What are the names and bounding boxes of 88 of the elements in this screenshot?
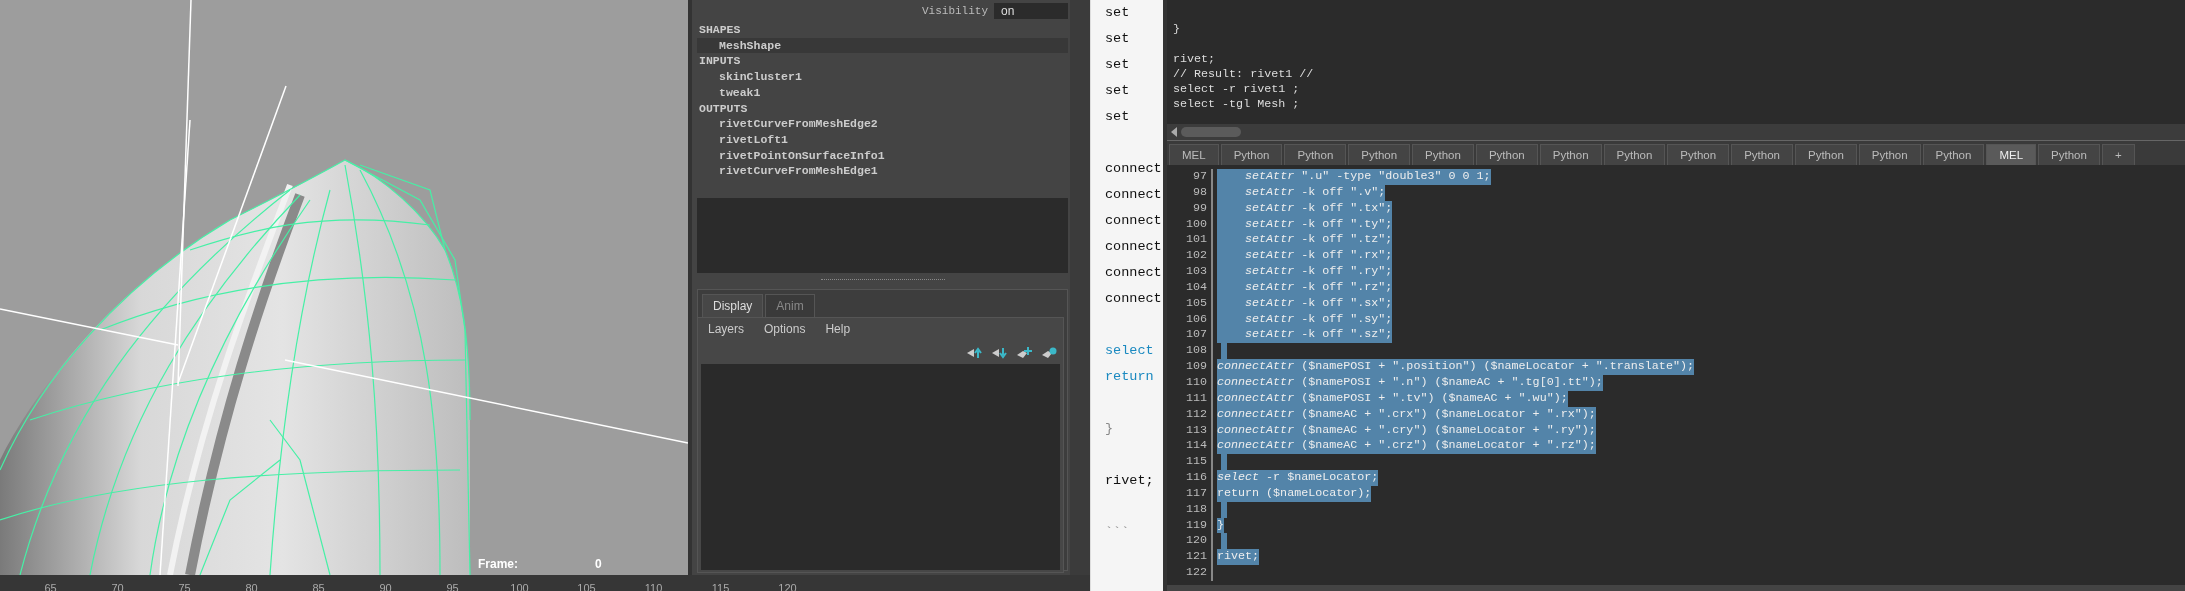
editor-tab[interactable]: Python: [2038, 144, 2100, 165]
code-text: return: [1105, 368, 1155, 386]
line-number: 114: [1184, 438, 1208, 455]
code-text: rivet;: [1105, 472, 1155, 490]
line-number: 109: [1184, 359, 1208, 375]
layer-tab[interactable]: Display: [702, 294, 764, 318]
node-item[interactable]: rivetCurveFromMeshEdge1: [697, 163, 1068, 180]
code-text: set: [1105, 108, 1131, 126]
layer-tab[interactable]: Anim: [765, 294, 815, 318]
scrollbar-thumb[interactable]: [1181, 127, 1241, 137]
code-text: connect: [1105, 212, 1163, 230]
code-text: connect: [1105, 264, 1163, 282]
scroll-left-icon[interactable]: [1171, 127, 1177, 137]
editor-tab[interactable]: MEL: [1986, 144, 2037, 165]
output-line: select -r rivet1 ;: [1173, 82, 1301, 97]
menu-item[interactable]: Layers: [698, 318, 755, 341]
line-number: 99: [1191, 200, 1208, 217]
line-number: 110: [1184, 374, 1208, 391]
line-number: 108: [1184, 343, 1208, 360]
node-item[interactable]: tweak1: [697, 84, 1068, 101]
node-item[interactable]: skinCluster1: [697, 69, 1068, 85]
code-text: connect: [1105, 160, 1163, 178]
section-title: SHAPES: [698, 22, 742, 38]
output-line: }: [1173, 22, 1181, 37]
code-text: connect: [1105, 290, 1163, 308]
move-down-icon[interactable]: [991, 345, 1007, 359]
code-text: set: [1105, 4, 1131, 22]
line-number: 97: [1191, 169, 1208, 185]
editor-tab[interactable]: Python: [1794, 144, 1857, 165]
line-number: 105: [1184, 295, 1208, 312]
menu-item[interactable]: Options: [754, 318, 816, 341]
node-item[interactable]: rivetLoft1: [697, 131, 1068, 148]
code-text: select: [1105, 342, 1155, 360]
line-number: 102: [1184, 248, 1208, 265]
frame-value: 0: [595, 556, 602, 573]
output-line: select -tgl Mesh ;: [1173, 97, 1301, 112]
editor-tab[interactable]: Python: [1220, 144, 1283, 165]
menu-item[interactable]: Help: [815, 318, 861, 341]
code-text: connect: [1105, 186, 1163, 204]
line-number: 115: [1184, 454, 1208, 471]
line-number: 104: [1184, 279, 1208, 296]
line-number: 117: [1184, 485, 1208, 502]
line-number: 103: [1184, 264, 1208, 280]
code-text: }: [1105, 420, 1115, 438]
visibility-label: Visibility: [922, 3, 988, 19]
move-up-icon[interactable]: [966, 345, 982, 359]
line-number: 122: [1184, 565, 1208, 581]
editor-tab[interactable]: Python: [1922, 144, 1985, 165]
line-number: 107: [1184, 327, 1208, 344]
output-line: rivet;: [1173, 52, 1217, 67]
node-item[interactable]: rivetPointOnSurfaceInfo1: [697, 147, 1068, 164]
add-icon[interactable]: [1016, 345, 1032, 359]
editor-tab[interactable]: Python: [1475, 144, 1538, 165]
line-number: 111: [1184, 390, 1208, 407]
line-number: 98: [1191, 184, 1208, 201]
line-number: 118: [1184, 501, 1208, 518]
code-text: set: [1105, 30, 1131, 48]
node-item[interactable]: MeshShape: [697, 37, 1068, 54]
editor-tab[interactable]: Python: [1539, 144, 1602, 165]
line-number: 121: [1184, 549, 1208, 566]
section-title: OUTPUTS: [698, 100, 749, 117]
editor-tab[interactable]: Python: [1858, 144, 1921, 165]
line-number: 106: [1184, 311, 1208, 328]
line-number: 113: [1184, 422, 1208, 439]
code-text: ```: [1105, 524, 1131, 542]
editor-tab[interactable]: Python: [1412, 144, 1474, 165]
line-number: 112: [1184, 406, 1208, 423]
code-text: set: [1105, 82, 1131, 100]
visibility-field[interactable]: on: [994, 3, 1068, 19]
code-text: set: [1105, 56, 1131, 74]
output-line: // Result: rivet1 //: [1173, 67, 1315, 82]
node-item[interactable]: rivetCurveFromMeshEdge2: [697, 116, 1068, 132]
line-number: 101: [1184, 232, 1208, 249]
layer-dot-icon[interactable]: [1041, 345, 1057, 359]
editor-tab[interactable]: Python: [1284, 144, 1347, 165]
section-title: INPUTS: [698, 53, 742, 70]
line-number: 100: [1184, 216, 1208, 233]
line-number: 119: [1184, 517, 1208, 534]
line-number: 120: [1184, 533, 1208, 550]
editor-tab[interactable]: +: [2101, 144, 2135, 165]
editor-tab[interactable]: Python: [1667, 144, 1730, 165]
frame-label: Frame:: [478, 556, 518, 573]
editor-tab[interactable]: Python: [1348, 144, 1411, 165]
editor-tab[interactable]: Python: [1731, 144, 1793, 165]
code-text: connect: [1105, 238, 1163, 256]
editor-tab[interactable]: MEL: [1169, 144, 1219, 165]
line-number: 116: [1184, 470, 1208, 486]
editor-tab[interactable]: Python: [1603, 144, 1666, 165]
